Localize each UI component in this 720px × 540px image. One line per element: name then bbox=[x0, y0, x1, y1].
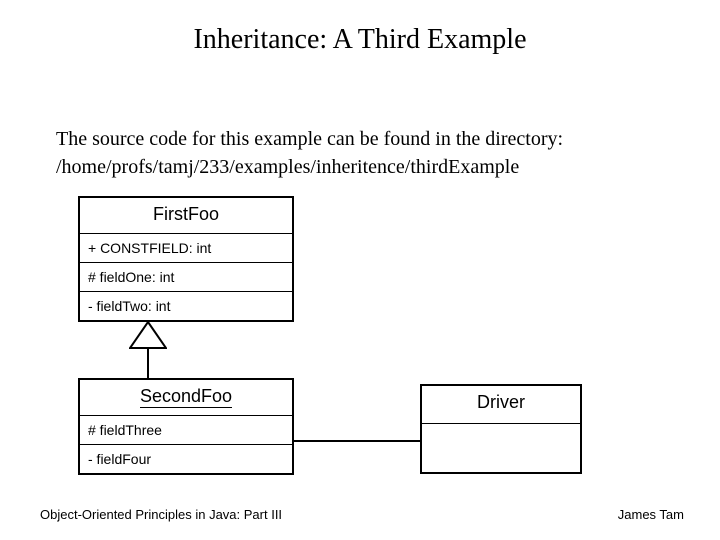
class-attribute: # fieldThree bbox=[80, 416, 292, 444]
footer-left: Object-Oriented Principles in Java: Part… bbox=[40, 507, 282, 522]
slide: Inheritance: A Third Example The source … bbox=[0, 0, 720, 540]
class-attribute: # fieldOne: int bbox=[80, 263, 292, 291]
class-name: FirstFoo bbox=[80, 198, 292, 233]
class-name: SecondFoo bbox=[80, 380, 292, 415]
slide-title: Inheritance: A Third Example bbox=[0, 24, 720, 56]
inheritance-arrow-icon bbox=[129, 321, 167, 379]
class-name: Driver bbox=[422, 386, 580, 423]
intro-text-line-1: The source code for this example can be … bbox=[56, 128, 563, 151]
uml-class-firstfoo: FirstFoo + CONSTFIELD: int # fieldOne: i… bbox=[78, 196, 294, 322]
class-attribute: - fieldTwo: int bbox=[80, 292, 292, 320]
association-line bbox=[294, 440, 420, 442]
uml-class-driver: Driver bbox=[420, 384, 582, 474]
footer-right: James Tam bbox=[618, 507, 684, 522]
class-attribute: - fieldFour bbox=[80, 445, 292, 473]
class-attribute: + CONSTFIELD: int bbox=[80, 234, 292, 262]
intro-text-line-2: /home/profs/tamj/233/examples/inheritenc… bbox=[56, 156, 519, 179]
class-name-text: SecondFoo bbox=[140, 386, 232, 408]
uml-class-secondfoo: SecondFoo # fieldThree - fieldFour bbox=[78, 378, 294, 475]
class-body-empty bbox=[422, 424, 580, 472]
